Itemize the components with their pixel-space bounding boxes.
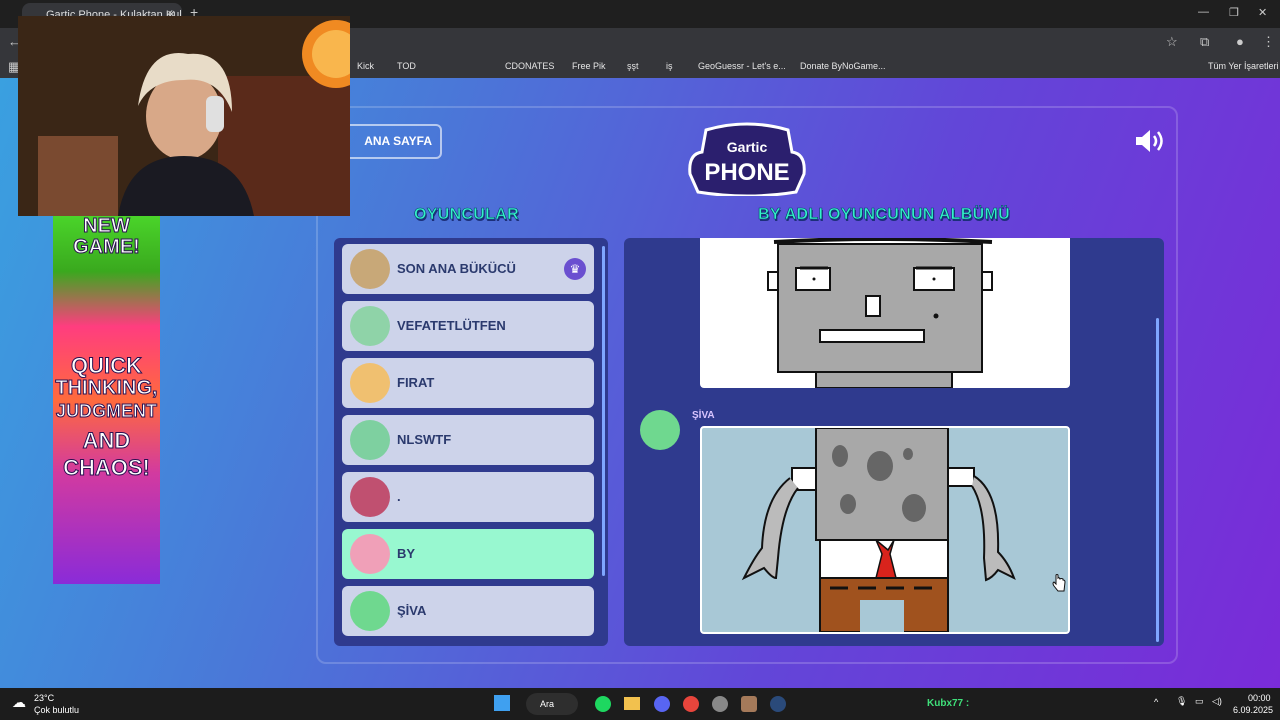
album-scrollbar[interactable] bbox=[1156, 318, 1159, 642]
cursor-hand-icon bbox=[1052, 574, 1066, 592]
logo-bottom-text: PHONE bbox=[704, 159, 789, 186]
bookmark-item[interactable]: CDONATES bbox=[505, 61, 554, 71]
file-explorer-icon[interactable] bbox=[624, 697, 640, 710]
weather-temp: 23°C bbox=[34, 693, 55, 703]
avatar bbox=[350, 249, 390, 289]
ad-text: CHAOS! bbox=[63, 455, 151, 480]
avatar bbox=[350, 420, 390, 460]
ad-text: THINKING, bbox=[55, 377, 158, 399]
player-row[interactable]: SON ANA BÜKÜCÜ ♛ bbox=[342, 244, 594, 294]
network-icon[interactable]: ▭ bbox=[1195, 696, 1204, 707]
gartic-phone-logo: Gartic PHONE bbox=[688, 122, 806, 196]
streamer-image bbox=[18, 16, 350, 216]
player-row[interactable]: ŞİVA bbox=[342, 586, 594, 636]
player-list: SON ANA BÜKÜCÜ ♛ VEFATETLÜTFEN FIRAT NLS… bbox=[334, 238, 608, 646]
players-heading: OYUNCULAR bbox=[414, 206, 519, 224]
player-name: FIRAT bbox=[397, 375, 435, 390]
spotify-icon[interactable] bbox=[595, 696, 611, 712]
player-row[interactable]: VEFATETLÜTFEN bbox=[342, 301, 594, 351]
extensions-icon[interactable]: ⧉ bbox=[1200, 34, 1209, 50]
bookmark-item[interactable]: TOD bbox=[397, 61, 416, 71]
home-button-label: ANA SAYFA bbox=[364, 134, 432, 148]
player-row[interactable]: . bbox=[342, 472, 594, 522]
player-name: VEFATETLÜTFEN bbox=[397, 318, 506, 333]
webcam-overlay bbox=[18, 16, 350, 216]
ad-text: NEW bbox=[83, 216, 131, 237]
bookmark-item[interactable]: şşt bbox=[627, 61, 639, 71]
bookmark-item[interactable]: Donate ByNoGame... bbox=[800, 61, 886, 71]
avatar bbox=[350, 363, 390, 403]
weather-icon: ☁ bbox=[12, 694, 26, 710]
bookmark-item[interactable]: Tüm Yer İşaretleri bbox=[1208, 61, 1279, 71]
avatar bbox=[350, 591, 390, 631]
weather-desc: Çok bulutlu bbox=[34, 705, 80, 715]
star-icon[interactable]: ☆ bbox=[1166, 34, 1178, 50]
player-list-scrollbar[interactable] bbox=[602, 246, 605, 576]
drawing-card bbox=[700, 426, 1070, 634]
taskbar-search[interactable]: Ara bbox=[526, 693, 578, 715]
ad-text: AND bbox=[82, 428, 131, 453]
ad-text: QUICK bbox=[71, 353, 143, 378]
player-row[interactable]: FIRAT bbox=[342, 358, 594, 408]
bookmark-item[interactable]: Free Pik bbox=[572, 61, 606, 71]
microphone-icon[interactable]: 🎙 bbox=[1176, 696, 1187, 707]
drawing-robot-body bbox=[741, 428, 1016, 632]
close-window-icon[interactable]: ✕ bbox=[1258, 6, 1267, 19]
crown-icon: ♛ bbox=[564, 258, 586, 280]
album-panel: ŞİVA bbox=[624, 238, 1164, 646]
app-icon[interactable] bbox=[741, 696, 757, 712]
discord-icon[interactable] bbox=[654, 696, 670, 712]
profile-icon[interactable]: ● bbox=[1236, 34, 1244, 49]
app-icon[interactable] bbox=[712, 696, 728, 712]
overlay-label: Kubx77 : bbox=[927, 698, 970, 709]
home-button[interactable]: ANA SAYFA bbox=[340, 124, 442, 159]
player-name: NLSWTF bbox=[397, 432, 452, 447]
author-name: ŞİVA bbox=[692, 410, 715, 421]
album-heading: BY ADLI OYUNCUNUN ALBÜMÜ bbox=[758, 206, 1010, 224]
minimize-icon[interactable]: — bbox=[1198, 6, 1209, 18]
advertisement-banner[interactable]: NEW GAME! QUICK THINKING, JUDGMENT AND C… bbox=[53, 216, 160, 584]
menu-icon[interactable]: ⋮ bbox=[1262, 34, 1275, 50]
ad-text: GAME! bbox=[73, 236, 141, 258]
drawing-card bbox=[700, 238, 1070, 388]
clock-date: 6.09.2025 bbox=[1233, 705, 1274, 715]
player-name: BY bbox=[397, 546, 416, 561]
bookmark-item[interactable]: GeoGuessr - Let's e... bbox=[698, 61, 786, 71]
chrome-icon[interactable] bbox=[683, 696, 699, 712]
search-label: Ara bbox=[540, 699, 555, 709]
player-row-active[interactable]: BY bbox=[342, 529, 594, 579]
player-name: ŞİVA bbox=[397, 603, 427, 618]
avatar bbox=[350, 306, 390, 346]
taskbar: ☁ 23°C Çok bulutlu Ara Kubx77 : ^ 🎙 ▭ ◁)… bbox=[0, 688, 1280, 720]
bookmark-item[interactable]: Kick bbox=[357, 61, 374, 71]
ad-text: JUDGMENT bbox=[55, 401, 157, 421]
author-avatar bbox=[640, 410, 680, 450]
player-row[interactable]: NLSWTF bbox=[342, 415, 594, 465]
clock-time: 00:00 bbox=[1248, 693, 1271, 703]
windows-start-icon[interactable] bbox=[494, 695, 510, 711]
avatar bbox=[350, 477, 390, 517]
sound-icon[interactable] bbox=[1134, 128, 1166, 154]
restore-icon[interactable]: ❐ bbox=[1229, 6, 1239, 19]
avatar bbox=[350, 534, 390, 574]
volume-icon[interactable]: ◁) bbox=[1212, 696, 1222, 707]
tray-chevron-icon[interactable]: ^ bbox=[1154, 697, 1158, 707]
logo-top-text: Gartic bbox=[727, 139, 768, 155]
drawing-robot-head bbox=[767, 238, 993, 388]
player-name: SON ANA BÜKÜCÜ bbox=[397, 261, 516, 276]
player-name: . bbox=[397, 489, 401, 504]
bookmark-item[interactable]: iş bbox=[666, 61, 673, 71]
steam-icon[interactable] bbox=[770, 696, 786, 712]
